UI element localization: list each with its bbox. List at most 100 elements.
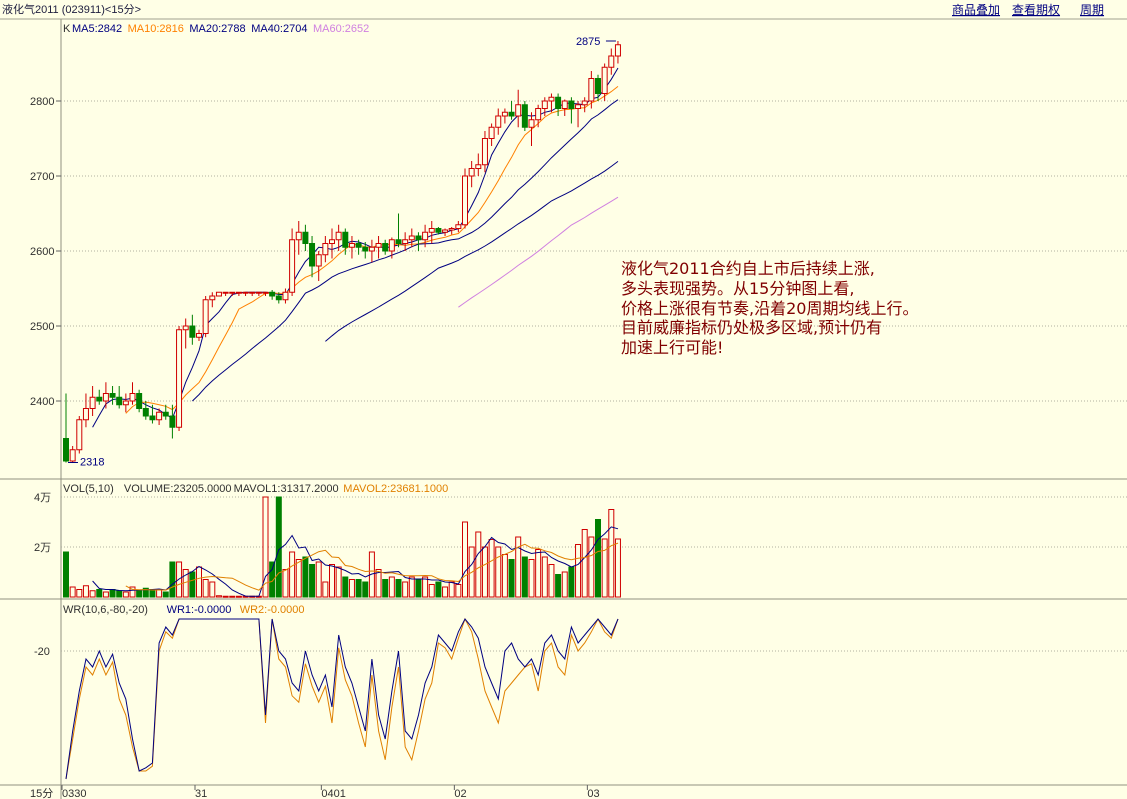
candle-body (388, 239, 395, 252)
volume-bar (189, 571, 196, 598)
candle-body (535, 108, 542, 121)
candle-body (222, 291, 229, 294)
volume-bar (109, 589, 116, 598)
volume-bar (408, 576, 415, 598)
candle-body (468, 168, 475, 177)
candle-body (555, 96, 562, 109)
x-tick-label: 31 (195, 788, 207, 799)
candle-body (368, 246, 375, 252)
volume-bar (235, 595, 242, 598)
volume-bar (116, 590, 123, 598)
overlay-product-link[interactable]: 商品叠加 (952, 2, 1000, 17)
candle-body (402, 239, 409, 244)
volume-bar (162, 591, 169, 598)
candle-body (249, 291, 256, 294)
candle-body (182, 325, 189, 331)
candle-body (269, 291, 276, 297)
volume-bar (521, 556, 528, 598)
candle-body (162, 411, 169, 417)
x-tick-label: 03 (587, 788, 599, 799)
volume-bar (275, 496, 282, 598)
volume-bar (415, 579, 422, 598)
volume-bar (348, 579, 355, 598)
k-label: K (63, 23, 71, 35)
view-options-link[interactable]: 查看期权 (1012, 3, 1060, 17)
volume-bar (495, 546, 502, 598)
candle-body (209, 295, 216, 301)
volume-bar (614, 538, 621, 598)
candle-body (355, 243, 362, 248)
wr-panel: WR(10,6,-80,-20) WR1:-0.0000 WR2:-0.0000 -… (34, 604, 1127, 780)
candle-body (116, 396, 123, 406)
volume-bar (568, 566, 575, 598)
candle-body (295, 231, 302, 241)
candle-body (568, 100, 575, 109)
volume-bar (555, 574, 562, 598)
volume-bar (442, 586, 449, 598)
candle-body (422, 231, 429, 241)
ma-lines (92, 67, 619, 428)
volume-legend-item: MAVOL2:23681.1000 (343, 483, 448, 495)
annotation-line-5: 加速上行可能! (621, 338, 723, 357)
period-link[interactable]: 周期 (1080, 3, 1104, 17)
volume-bar (69, 586, 76, 598)
volume-bar (209, 581, 216, 598)
wr-legend-item: WR(10,6,-80,-20) (63, 604, 148, 616)
volume-bar (63, 551, 69, 598)
ma60-line (458, 196, 619, 308)
volume-bar (595, 519, 601, 598)
price-grid (61, 100, 1127, 402)
volume-bar (581, 529, 588, 598)
volume-bar (388, 576, 395, 598)
wr-legend: WR(10,6,-80,-20) WR1:-0.0000 WR2:-0.0000 (63, 604, 305, 616)
ma-legend: MA5:2842 MA10:2816 MA20:2788 MA40:2704 MA60:… (72, 23, 369, 35)
wr-lines (65, 617, 619, 780)
candle-body (136, 393, 143, 409)
volume-y-axis: 4万 2万 (34, 492, 51, 554)
candle-body (109, 393, 116, 398)
chart-title: 液化气2011 (023911)<15分> (2, 2, 141, 16)
ma-legend-item: MA40:2704 (251, 23, 307, 35)
candle-body (508, 111, 515, 117)
volume-bar (508, 559, 515, 598)
volume-bar (342, 576, 349, 598)
volume-bar (501, 554, 508, 598)
volume-bar (136, 590, 143, 598)
candle-body (581, 100, 588, 106)
chart-root: 液化气2011 (023911)<15分> 商品叠加 查看期权 周期 K MA5… (0, 2, 1127, 799)
volume-legend-item: VOLUME:23205.0000 (124, 483, 232, 495)
volume-bar (89, 590, 96, 598)
volume-bar (481, 546, 488, 598)
annotation-line-4: 目前威廉指标仍处极多区域,预计仍有 (621, 318, 882, 337)
volume-bar (122, 591, 129, 598)
candle-body (142, 408, 149, 417)
annotation-line-2: 多头表现强势。从15分钟图上看, (621, 279, 854, 298)
price-y-axis: 2800 2700 2600 2500 2400 (30, 96, 61, 408)
volume-bars (63, 496, 621, 598)
candle-body (156, 411, 163, 421)
volume-bar (355, 579, 362, 598)
volume-bar (422, 576, 429, 598)
volume-bar (322, 581, 329, 598)
x-tick-label: 02 (454, 788, 466, 799)
volume-tick-label: 4万 (34, 492, 51, 504)
candle-body (63, 438, 69, 462)
candle-body (229, 291, 236, 294)
volume-bar (375, 569, 382, 598)
candle-body (382, 243, 389, 252)
candle-body (515, 104, 522, 117)
candle-body (541, 100, 548, 109)
volume-bar (156, 589, 163, 598)
candle-body (475, 164, 482, 169)
volume-bar (588, 536, 595, 598)
volume-bar (196, 566, 202, 598)
candle-body (196, 333, 202, 338)
candle-body (428, 228, 435, 233)
annotation-line-3: 价格上涨很有节奏,沿着20周期均线上行。 (621, 299, 918, 318)
price-tick-label: 2500 (30, 321, 54, 333)
volume-bar (435, 581, 442, 598)
volume-bar (202, 579, 209, 598)
candle-body (395, 239, 402, 244)
candle-body (235, 291, 242, 294)
volume-bar (475, 531, 482, 598)
